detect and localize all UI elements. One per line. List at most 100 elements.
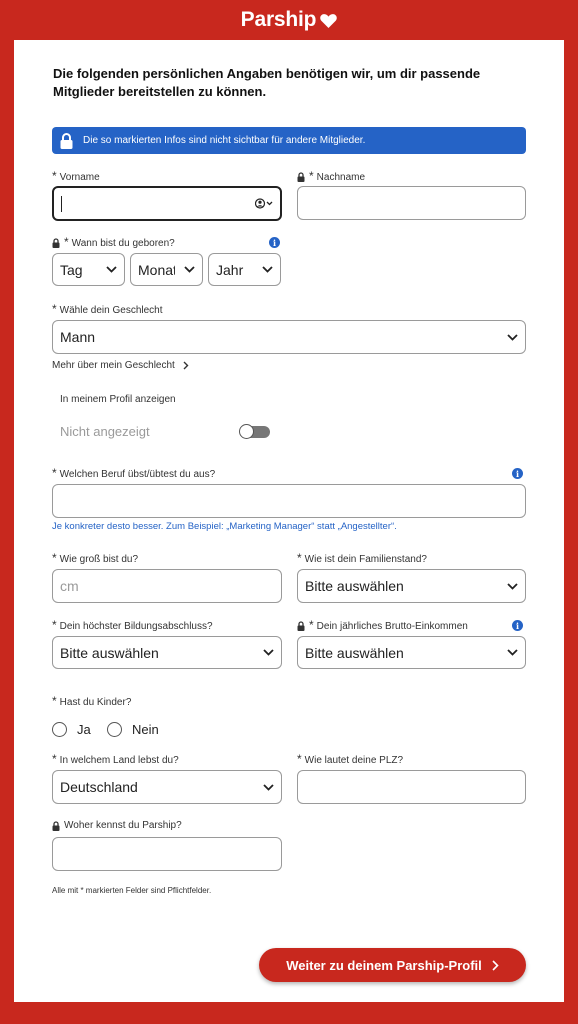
- firstname-label: * Vorname: [52, 169, 100, 184]
- source-input[interactable]: [52, 837, 282, 871]
- birth-year-select[interactable]: Jahr: [208, 253, 281, 286]
- gender-label-text: Wähle dein Geschlecht: [59, 304, 163, 316]
- birth-month-select[interactable]: Monat: [130, 253, 203, 286]
- privacy-info-banner: Die so markierten Infos sind nicht sicht…: [52, 127, 526, 154]
- country-value: Deutschland: [60, 779, 138, 795]
- marital-label-text: Wie ist dein Familienstand?: [304, 553, 427, 565]
- job-info-icon[interactable]: i: [512, 468, 523, 479]
- birth-day-select[interactable]: Tag: [52, 253, 125, 286]
- children-label-text: Hast du Kinder?: [59, 696, 132, 708]
- zip-label-text: Wie lautet deine PLZ?: [304, 754, 404, 766]
- continue-button-label: Weiter zu deinem Parship-Profil: [286, 957, 482, 973]
- height-label-text: Wie groß bist du?: [59, 553, 139, 565]
- required-mark: *: [309, 618, 314, 632]
- source-label: Woher kennst du Parship?: [52, 820, 182, 831]
- height-input[interactable]: cm: [52, 569, 282, 603]
- chevron-down-icon: [263, 649, 274, 656]
- lastname-label-text: Nachname: [316, 171, 366, 183]
- more-about-gender-text: Mehr über mein Geschlecht: [52, 360, 175, 371]
- zip-label: * Wie lautet deine PLZ?: [297, 752, 404, 767]
- required-mark: *: [52, 169, 57, 183]
- heart-icon: [320, 13, 338, 28]
- income-info-icon[interactable]: i: [512, 620, 523, 631]
- children-option-no[interactable]: Nein: [107, 722, 159, 737]
- birthdate-label: * Wann bist du geboren?: [52, 235, 175, 250]
- income-label: * Dein jährliches Brutto-Einkommen: [297, 618, 468, 633]
- profile-display-toggle[interactable]: [239, 424, 270, 439]
- radio-circle: [107, 722, 122, 737]
- chevron-down-icon: [507, 649, 518, 656]
- required-mark: *: [297, 752, 302, 766]
- chevron-down-icon: [262, 266, 273, 273]
- firstname-input[interactable]: [52, 186, 282, 221]
- chevron-down-icon: [507, 333, 518, 341]
- birth-year-value: Jahr: [216, 261, 244, 278]
- continue-button[interactable]: Weiter zu deinem Parship-Profil: [259, 948, 526, 982]
- required-mark: *: [52, 752, 57, 766]
- required-mark: *: [297, 551, 302, 565]
- country-select[interactable]: Deutschland: [52, 770, 282, 804]
- profile-display-label: In meinem Profil anzeigen: [60, 394, 176, 405]
- chevron-down-icon: [507, 582, 518, 590]
- required-mark: *: [309, 169, 314, 183]
- required-mark: *: [64, 235, 69, 249]
- gender-label: * Wähle dein Geschlecht: [52, 302, 163, 317]
- radio-circle: [52, 722, 67, 737]
- toggle-knob: [239, 424, 254, 439]
- zip-input[interactable]: [297, 770, 526, 804]
- marital-select[interactable]: Bitte auswählen: [297, 569, 526, 603]
- required-mark: *: [52, 466, 57, 480]
- lastname-input[interactable]: [297, 186, 526, 220]
- lock-icon: [297, 172, 305, 182]
- autofill-person-icon[interactable]: [255, 198, 273, 209]
- privacy-info-text: Die so markierten Infos sind nicht sicht…: [83, 135, 366, 146]
- education-label-text: Dein höchster Bildungsabschluss?: [59, 620, 213, 632]
- height-placeholder: cm: [60, 578, 79, 594]
- lock-icon: [52, 238, 60, 248]
- children-option-no-label: Nein: [132, 722, 159, 737]
- birth-day-value: Tag: [60, 261, 83, 278]
- education-value: Bitte auswählen: [60, 644, 159, 661]
- income-label-text: Dein jährliches Brutto-Einkommen: [316, 620, 468, 632]
- education-select[interactable]: Bitte auswählen: [52, 636, 282, 669]
- lastname-label: * Nachname: [297, 169, 366, 184]
- gender-select[interactable]: Mann: [52, 320, 526, 354]
- job-input[interactable]: [52, 484, 526, 518]
- parship-logo: Parship: [0, 0, 578, 40]
- lock-icon: [60, 132, 73, 149]
- lock-icon: [52, 820, 60, 831]
- more-about-gender-link[interactable]: Mehr über mein Geschlecht: [52, 360, 189, 371]
- job-label-text: Welchen Beruf übst/übtest du aus?: [59, 468, 216, 480]
- job-hint: Je konkreter desto besser. Zum Beispiel:…: [52, 521, 397, 532]
- registration-form: Die folgenden persönlichen Angaben benöt…: [14, 40, 564, 1002]
- chevron-right-icon: [492, 959, 499, 971]
- birthdate-info-icon[interactable]: i: [269, 237, 280, 248]
- country-label-text: In welchem Land lebst du?: [59, 754, 179, 766]
- chevron-down-icon: [184, 266, 195, 273]
- text-cursor: [61, 195, 62, 212]
- intro-text: Die folgenden persönlichen Angaben benöt…: [53, 66, 481, 99]
- profile-display-value: Nicht angezeigt: [60, 424, 150, 439]
- income-select[interactable]: Bitte auswählen: [297, 636, 526, 669]
- required-mark: *: [52, 618, 57, 632]
- birthdate-label-text: Wann bist du geboren?: [71, 237, 175, 249]
- chevron-down-icon: [263, 783, 274, 791]
- source-label-text: Woher kennst du Parship?: [64, 820, 182, 831]
- gender-value: Mann: [60, 329, 96, 345]
- country-label: * In welchem Land lebst du?: [52, 752, 179, 767]
- birth-month-value: Monat: [138, 261, 175, 278]
- required-mark: *: [52, 694, 57, 708]
- required-fields-note: Alle mit * markierten Felder sind Pflich…: [52, 886, 212, 895]
- logo-text: Parship: [240, 8, 317, 31]
- lock-icon: [297, 621, 305, 631]
- education-label: * Dein höchster Bildungsabschluss?: [52, 618, 213, 633]
- chevron-right-icon: [183, 361, 189, 370]
- required-mark: *: [52, 302, 57, 316]
- marital-label: * Wie ist dein Familienstand?: [297, 551, 427, 566]
- marital-value: Bitte auswählen: [305, 578, 404, 594]
- income-value: Bitte auswählen: [305, 644, 404, 661]
- chevron-down-icon: [106, 266, 117, 273]
- children-option-yes[interactable]: Ja: [52, 722, 91, 737]
- children-option-yes-label: Ja: [77, 722, 91, 737]
- job-label: * Welchen Beruf übst/übtest du aus?: [52, 466, 216, 481]
